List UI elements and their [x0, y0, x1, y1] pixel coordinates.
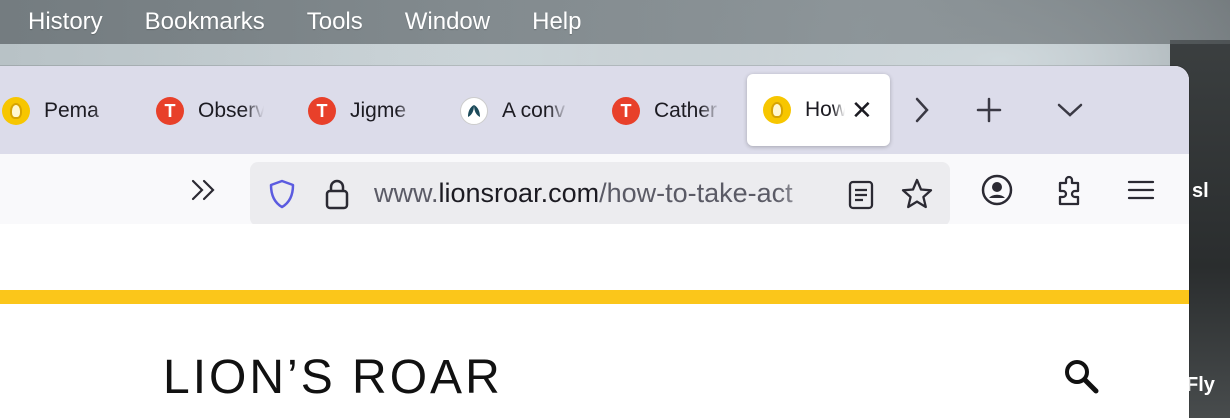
star-bookmark-icon[interactable] — [900, 177, 934, 216]
desktop-side-text-2: Fly — [1186, 374, 1215, 396]
tab-title: Observ — [198, 99, 264, 122]
reader-view-icon[interactable] — [848, 180, 874, 215]
site-logo[interactable]: LION’S ROAR — [163, 350, 503, 405]
tab-3[interactable]: T Jigme — [308, 76, 418, 146]
overflow-chevrons-icon[interactable] — [184, 170, 224, 210]
menu-bar: History Bookmarks Tools Window Help — [0, 0, 1230, 44]
url-path: /how-to-take-act — [599, 178, 793, 208]
tab-title: Pema — [44, 99, 99, 122]
tab-title: Cather — [654, 99, 718, 122]
menu-history[interactable]: History — [0, 8, 124, 36]
desktop-side-text-1: sl — [1192, 180, 1209, 202]
page-header: LION’S ROAR — [0, 304, 1189, 418]
menu-window[interactable]: Window — [384, 8, 511, 36]
tab-5[interactable]: T Cather — [612, 76, 722, 146]
account-icon[interactable] — [977, 170, 1017, 210]
lion-favicon-icon — [2, 97, 30, 125]
menu-tools[interactable]: Tools — [286, 8, 384, 36]
tab-4[interactable]: A conv — [460, 76, 570, 146]
menu-bookmarks[interactable]: Bookmarks — [124, 8, 286, 36]
nav-toolbar: www.lionsroar.com/how-to-take-act — [0, 154, 1189, 226]
browser-window: Pema T Observ T Jigme A conv T Cather Ho… — [0, 66, 1189, 418]
hamburger-menu-icon[interactable] — [1121, 170, 1161, 210]
list-all-tabs-icon[interactable] — [1048, 88, 1092, 132]
t-favicon-icon: T — [612, 97, 640, 125]
url-text[interactable]: www.lionsroar.com/how-to-take-act — [374, 178, 830, 209]
new-tab-icon[interactable] — [967, 88, 1011, 132]
t-favicon-icon: T — [156, 97, 184, 125]
scroll-tabs-right-icon[interactable] — [900, 88, 944, 132]
page-top-blank — [0, 224, 1189, 290]
tab-strip: Pema T Observ T Jigme A conv T Cather Ho… — [0, 66, 1189, 154]
tab-title: Jigme — [350, 99, 407, 122]
menu-help[interactable]: Help — [511, 8, 602, 36]
search-icon[interactable] — [1063, 358, 1101, 401]
tab-title: How — [805, 98, 845, 121]
close-tab-icon[interactable]: ✕ — [851, 95, 873, 126]
url-domain: lionsroar.com — [438, 178, 600, 208]
shield-icon[interactable] — [266, 178, 298, 215]
tab-title: A conv — [502, 99, 566, 122]
url-bar[interactable]: www.lionsroar.com/how-to-take-act — [250, 162, 950, 226]
lion-favicon-icon — [763, 96, 791, 124]
tab-2[interactable]: T Observ — [156, 76, 266, 146]
t-favicon-icon: T — [308, 97, 336, 125]
lock-icon[interactable] — [322, 177, 352, 216]
leaf-favicon-icon — [460, 97, 488, 125]
tab-1[interactable]: Pema — [2, 76, 114, 146]
site-accent-bar — [0, 290, 1189, 304]
tab-active[interactable]: How ✕ — [747, 74, 890, 146]
url-prefix: www. — [374, 178, 439, 208]
extensions-puzzle-icon[interactable] — [1050, 170, 1090, 210]
